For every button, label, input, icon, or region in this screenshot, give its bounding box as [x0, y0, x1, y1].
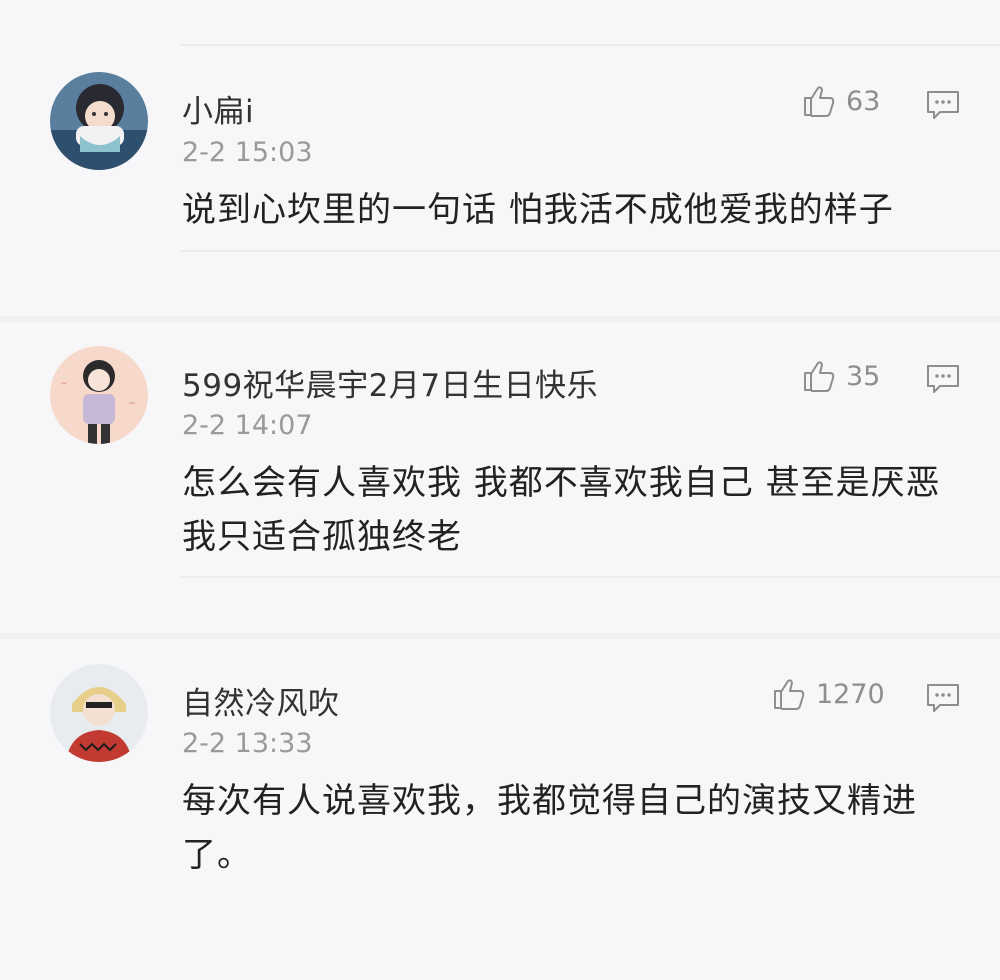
reply-button[interactable] — [925, 682, 961, 714]
like-button[interactable]: 1270 — [772, 677, 885, 711]
section-gap — [0, 633, 1000, 639]
like-count: 63 — [846, 85, 881, 117]
divider — [180, 250, 1000, 252]
svg-text:~: ~ — [60, 379, 68, 389]
avatar-image: ~ ~ — [50, 346, 148, 444]
divider — [180, 44, 1000, 46]
thumbs-up-icon — [804, 361, 835, 392]
comment-text: 说到心坎里的一句话 怕我活不成他爱我的样子 — [182, 190, 894, 230]
like-count: 1270 — [816, 678, 885, 710]
comment-bubble-icon — [927, 684, 959, 712]
like-button[interactable]: 35 — [802, 359, 880, 393]
username[interactable]: 599祝华晨宇2月7日生日快乐 — [182, 360, 598, 405]
reply-button[interactable] — [925, 89, 961, 121]
section-gap — [0, 316, 1000, 322]
thumbs-up-icon — [804, 86, 835, 117]
comment-bubble-icon — [927, 365, 959, 393]
timestamp: 2-2 15:03 — [182, 137, 313, 168]
comment-text: 怎么会有人喜欢我 我都不喜欢我自己 甚至是厌恶我只适合孤独终老 — [182, 463, 941, 557]
timestamp: 2-2 14:07 — [182, 410, 313, 441]
comment-list: 小扁i 2-2 15:03 说到心坎里的一句话 怕我活不成他爱我的样子 63 ~… — [0, 0, 1000, 980]
divider — [180, 576, 1000, 578]
username[interactable]: 小扁i — [182, 86, 254, 131]
thumbs-up-icon — [774, 679, 805, 710]
timestamp: 2-2 13:33 — [182, 728, 313, 759]
comment-text: 每次有人说喜欢我，我都觉得自己的演技又精进了。 — [182, 781, 917, 875]
reply-button[interactable] — [925, 363, 961, 395]
like-count: 35 — [846, 360, 881, 392]
avatar[interactable]: ~ ~ — [50, 346, 148, 444]
avatar[interactable] — [50, 664, 148, 762]
username[interactable]: 自然冷风吹 — [182, 678, 340, 723]
avatar-image — [50, 72, 148, 170]
avatar[interactable] — [50, 72, 148, 170]
svg-text:~: ~ — [128, 399, 136, 409]
comment-bubble-icon — [927, 91, 959, 119]
avatar-image — [50, 664, 148, 762]
like-button[interactable]: 63 — [802, 84, 880, 118]
